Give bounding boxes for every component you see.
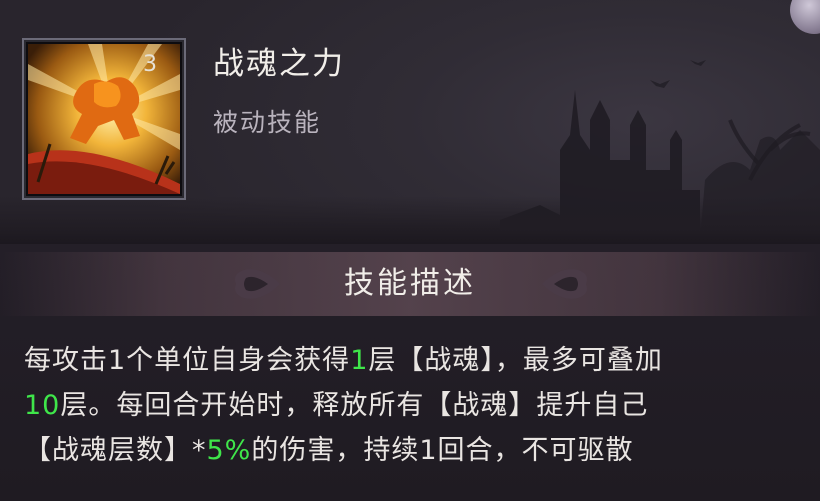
description-line-2: 10层。每回合开始时，释放所有【战魂】提升自己 xyxy=(24,383,814,428)
desc-text: 每攻击1个单位自身会获得 xyxy=(24,345,351,376)
section-title: 技能描述 xyxy=(344,266,476,301)
desc-text: 层【战魂】，最多可叠加 xyxy=(368,345,663,376)
description-line-1: 每攻击1个单位自身会获得1层【战魂】，最多可叠加 xyxy=(24,338,814,383)
skill-name: 战魂之力 xyxy=(213,46,345,82)
desc-highlight-value: 1 xyxy=(350,345,369,376)
desc-text: 【战魂层数】* xyxy=(24,435,207,466)
description-line-3: 【战魂层数】*5%的伤害，持续1回合，不可驱散 xyxy=(24,428,814,473)
skill-level-badge: 3 xyxy=(143,52,157,77)
header-divider xyxy=(0,196,820,244)
desc-text: 层。每回合开始时，释放所有【战魂】提升自己 xyxy=(60,390,649,421)
desc-text: 的伤害，持续1回合，不可驱散 xyxy=(251,435,634,466)
skill-type: 被动技能 xyxy=(213,108,322,137)
desc-highlight-value: 5% xyxy=(206,435,252,466)
corner-close-orb[interactable] xyxy=(790,0,820,34)
desc-highlight-value: 10 xyxy=(24,390,61,421)
skill-detail-panel: 3 战魂之力 被动技能 技能描述 每攻击1个单位自身会获得1层【战魂】，最多可叠… xyxy=(0,0,820,501)
skill-description: 每攻击1个单位自身会获得1层【战魂】，最多可叠加 10层。每回合开始时，释放所有… xyxy=(24,338,814,473)
